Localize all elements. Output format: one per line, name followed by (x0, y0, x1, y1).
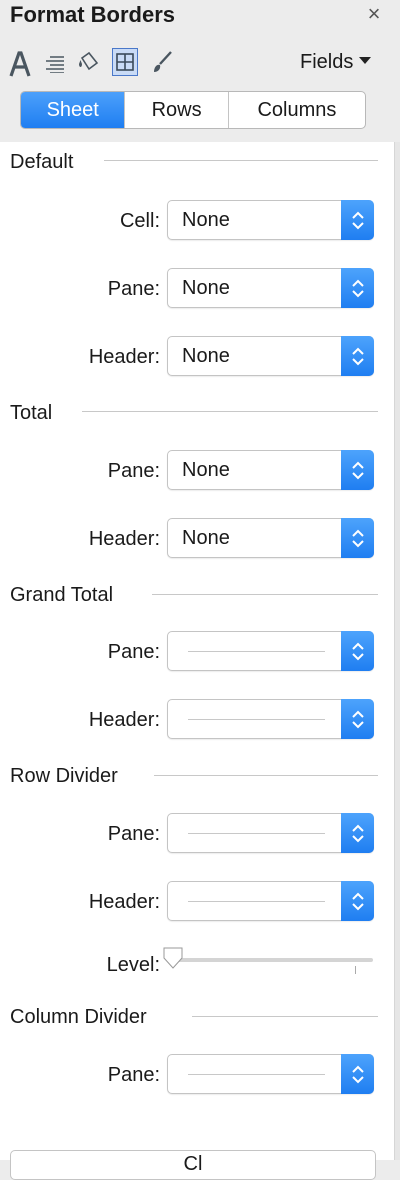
alignment-icon[interactable] (43, 52, 67, 76)
line-style-preview (188, 651, 325, 652)
divider (82, 411, 378, 412)
stepper-icon (341, 450, 374, 490)
stepper-icon (341, 631, 374, 671)
stepper-icon (341, 518, 374, 558)
divider (152, 594, 378, 595)
line-style-preview (188, 833, 325, 834)
grand-total-header-select[interactable] (167, 699, 374, 739)
pane-label: Pane: (107, 823, 160, 845)
clear-button[interactable]: Cl (10, 1150, 376, 1180)
total-pane-select[interactable]: None (167, 450, 374, 490)
stepper-icon (341, 699, 374, 739)
stepper-icon (341, 200, 374, 240)
section-grand-total-title: Grand Total (10, 584, 114, 606)
stepper-icon (341, 881, 374, 921)
select-value: None (182, 459, 230, 481)
row-divider-header-select[interactable] (167, 881, 374, 921)
tab-sheet[interactable]: Sheet (21, 92, 126, 128)
line-style-preview (188, 1074, 325, 1075)
level-slider-track[interactable] (172, 958, 373, 962)
total-header-select[interactable]: None (167, 518, 374, 558)
slider-tick (355, 966, 356, 974)
window-title: Format Borders (10, 2, 176, 27)
select-value: None (182, 277, 230, 299)
chevron-down-icon (359, 57, 372, 65)
header-label: Header: (88, 891, 160, 913)
fields-label: Fields (300, 51, 354, 73)
divider (154, 775, 378, 776)
tab-rows[interactable]: Rows (125, 92, 229, 128)
stepper-icon (341, 336, 374, 376)
select-value: None (182, 527, 230, 549)
borders-icon[interactable] (112, 48, 138, 76)
select-value: None (182, 209, 230, 231)
section-total-title: Total (10, 402, 53, 424)
default-pane-select[interactable]: None (167, 268, 374, 308)
level-label: Level: (106, 954, 160, 976)
stepper-icon (341, 1054, 374, 1094)
divider (192, 1016, 378, 1017)
column-divider-pane-select[interactable] (167, 1054, 374, 1094)
header-label: Header: (88, 346, 160, 368)
section-row-divider-title: Row Divider (10, 765, 118, 787)
header-label: Header: (88, 528, 160, 550)
level-slider-thumb[interactable] (162, 946, 184, 970)
view-tabs: Sheet Rows Columns (20, 91, 366, 129)
default-header-select[interactable]: None (167, 336, 374, 376)
divider (104, 160, 378, 161)
default-cell-select[interactable]: None (167, 200, 374, 240)
pane-label: Pane: (107, 1064, 160, 1086)
shading-icon[interactable] (76, 50, 100, 74)
pane-label: Pane: (107, 460, 160, 482)
grand-total-pane-select[interactable] (167, 631, 374, 671)
header-label: Header: (88, 709, 160, 731)
fields-dropdown[interactable]: Fields (300, 50, 372, 74)
row-divider-pane-select[interactable] (167, 813, 374, 853)
line-style-preview (188, 719, 325, 720)
stepper-icon (341, 813, 374, 853)
stepper-icon (341, 268, 374, 308)
select-value: None (182, 345, 230, 367)
section-default-title: Default (10, 151, 74, 173)
scrollbar[interactable] (394, 142, 400, 1160)
pane-label: Pane: (107, 641, 160, 663)
close-icon[interactable]: × (364, 1, 384, 27)
section-column-divider-title: Column Divider (10, 1006, 147, 1028)
cell-label: Cell: (119, 210, 160, 232)
line-style-preview (188, 901, 325, 902)
pane-label: Pane: (107, 278, 160, 300)
lines-icon[interactable] (150, 50, 174, 74)
tab-columns[interactable]: Columns (229, 92, 365, 128)
font-icon[interactable] (8, 50, 32, 78)
